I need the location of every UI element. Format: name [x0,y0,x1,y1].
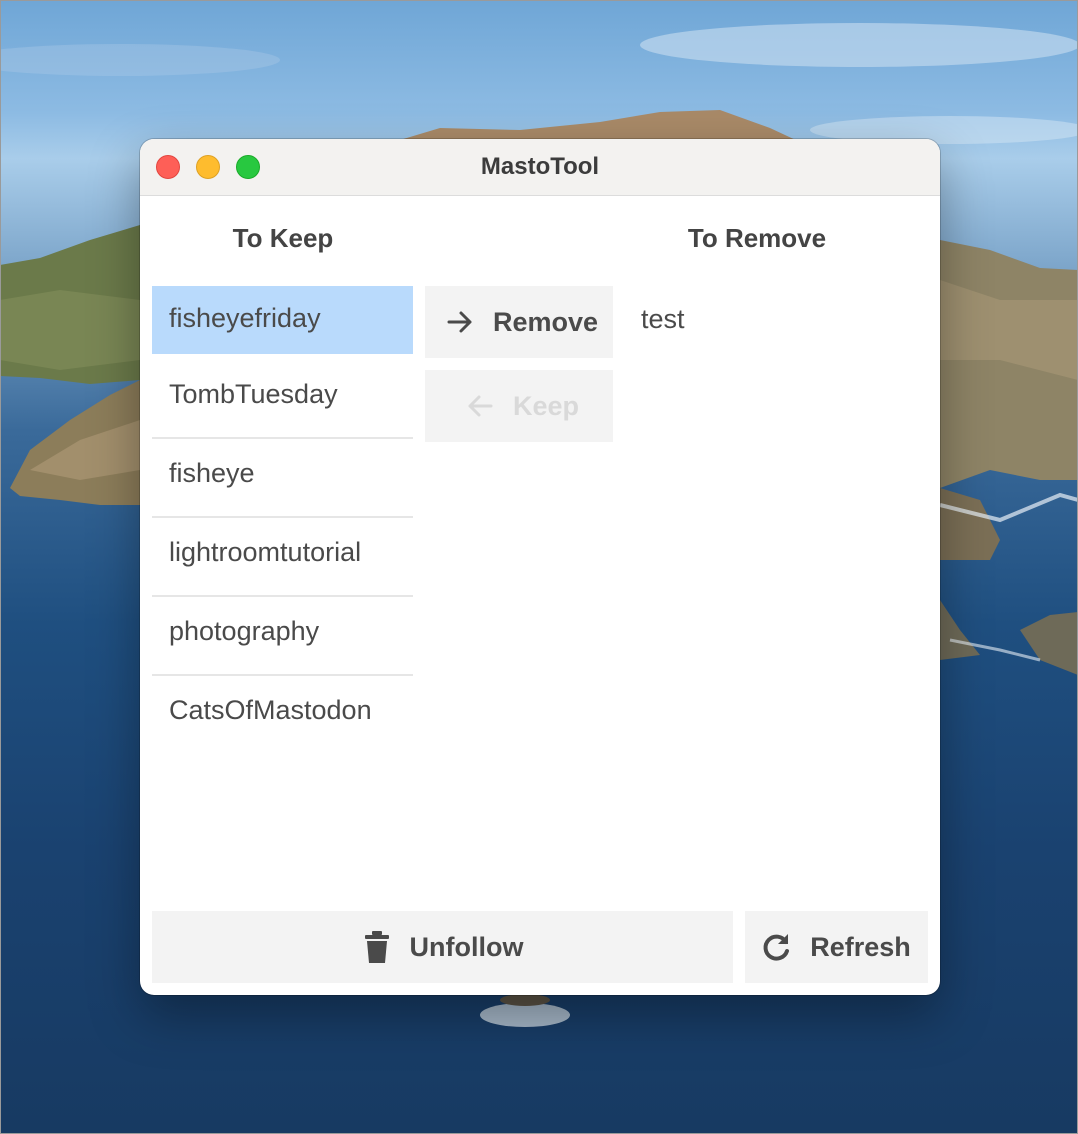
mastotool-window: MastoTool To Keep To Remove fisheyefrida… [140,139,940,995]
trash-icon [364,931,389,963]
list-item[interactable]: fisheye [152,440,413,518]
remove-button-label: Remove [493,306,599,337]
list-item[interactable]: fisheyefriday [152,286,413,354]
list-item[interactable]: photography [152,598,413,676]
title-bar[interactable]: MastoTool [140,139,940,196]
to-keep-heading: To Keep [232,223,334,253]
list-item[interactable]: TombTuesday [152,361,413,439]
keep-button-label: Keep [513,390,580,421]
keep-button[interactable]: Keep [425,370,613,442]
refresh-button-label: Refresh [810,931,911,962]
list-item[interactable]: test [624,286,914,352]
refresh-button[interactable]: Refresh [745,911,928,983]
remove-button[interactable]: Remove [425,286,613,358]
to-remove-heading: To Remove [687,223,827,253]
refresh-icon [763,934,790,961]
arrow-right-icon [447,311,472,333]
desktop-background: MastoTool To Keep To Remove fisheyefrida… [0,0,1078,1134]
list-item[interactable]: CatsOfMastodon [152,677,413,755]
arrow-left-icon [468,395,493,417]
to-remove-list: test [624,286,914,352]
unfollow-button[interactable]: Unfollow [152,911,733,983]
window-title: MastoTool [480,153,600,180]
list-item[interactable]: lightroomtutorial [152,519,413,597]
unfollow-button-label: Unfollow [409,931,524,962]
to-keep-list: fisheyefriday TombTuesday fisheye lightr… [152,286,413,756]
